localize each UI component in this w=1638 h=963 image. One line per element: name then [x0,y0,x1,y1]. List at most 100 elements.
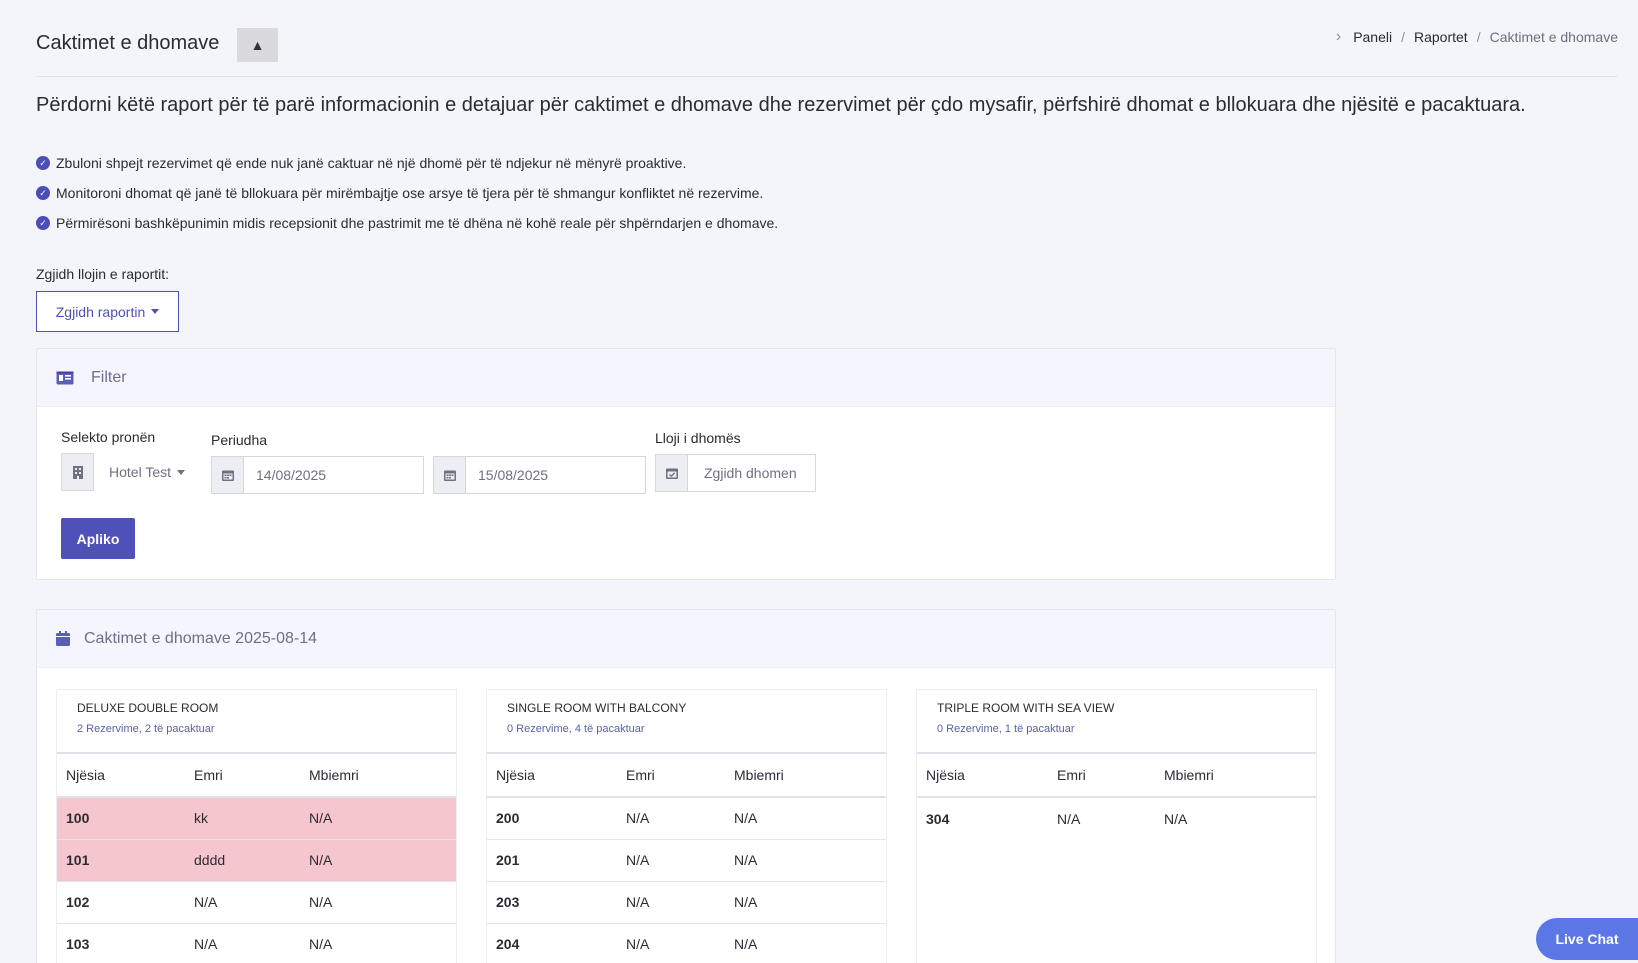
room-type-column: DELUXE DOUBLE ROOM 2 Rezervime, 2 të pac… [56,689,457,963]
cell-unit: 103 [57,923,185,963]
column-surname: Mbiemri [300,754,456,798]
cell-name: N/A [617,839,725,882]
cell-surname: N/A [725,923,886,963]
cell-surname: N/A [300,797,456,840]
breadcrumb: › Paneli / Raportet / Caktimet e dhomave [1336,28,1618,46]
table-row[interactable]: 101 dddd N/A [57,839,456,882]
column-name: Emri [617,754,725,798]
room-type-summary: 0 Rezervime, 4 të pacaktuar [507,723,645,735]
cell-name: N/A [185,881,300,924]
cell-surname: N/A [300,839,456,882]
date-to-input[interactable]: 15/08/2025 [466,456,646,494]
check-circle-icon: ✓ [36,186,50,200]
table-row[interactable]: 204 N/A N/A [487,923,886,963]
room-table: Njësia Emri Mbiemri 200 N/A N/A 201 N/A … [487,754,886,963]
cell-unit: 203 [487,881,617,924]
feature-text: Zbuloni shpejt rezervimet që ende nuk ja… [56,155,687,171]
cell-surname: N/A [725,839,886,882]
apply-button[interactable]: Apliko [61,518,135,559]
feature-item: ✓ Monitoroni dhomat që janë të bllokuara… [36,178,778,208]
table-header-row: Njësia Emri Mbiemri [57,754,456,798]
table-row[interactable]: 304 N/A N/A [917,797,1316,839]
table-row[interactable]: 102 N/A N/A [57,881,456,924]
live-chat-button[interactable]: Live Chat [1536,918,1638,960]
cell-unit: 304 [926,810,950,827]
assignments-title: Caktimet e dhomave 2025-08-14 [84,629,318,647]
property-select[interactable]: Hotel Test [94,453,202,491]
property-label: Selekto pronën [61,429,156,445]
room-type-header: TRIPLE ROOM WITH SEA VIEW 0 Rezervime, 1… [917,690,1316,754]
chevron-right-icon: › [1335,28,1342,45]
room-type-column: SINGLE ROOM WITH BALCONY 0 Rezervime, 4 … [486,689,887,963]
cell-name: dddd [185,839,300,882]
room-type-name: SINGLE ROOM WITH BALCONY [507,701,687,715]
room-type-label: Lloji i dhomës [655,430,741,446]
column-unit: Njësia [57,754,185,798]
feature-list: ✓ Zbuloni shpejt rezervimet që ende nuk … [36,148,778,238]
filter-card-header: Filter [37,349,1335,407]
room-type-summary: 0 Rezervime, 1 të pacaktuar [937,723,1075,735]
feature-item: ✓ Përmirësoni bashkëpunimin midis receps… [36,208,778,238]
table-row[interactable]: 200 N/A N/A [487,797,886,840]
property-select-value: Hotel Test [109,464,171,480]
calendar-check-icon [655,454,688,492]
room-type-summary: 2 Rezervime, 2 të pacaktuar [77,723,215,735]
calendar-icon [433,456,466,494]
report-type-dropdown-label: Zgjidh raportin [55,303,146,320]
table-row[interactable]: 103 N/A N/A [57,923,456,963]
date-from-input[interactable]: 14/08/2025 [244,456,424,494]
id-card-icon [56,371,74,385]
room-type-select[interactable]: Zgjidh dhomen [688,454,816,492]
cell-name: N/A [1057,810,1081,827]
property-select-group: Hotel Test [61,453,202,491]
breadcrumb-separator: / [1401,29,1405,45]
table-row[interactable]: 201 N/A N/A [487,839,886,882]
report-type-dropdown[interactable]: Zgjidh raportin [36,291,179,332]
cell-unit: 204 [487,923,617,963]
filter-title: Filter [91,368,127,386]
report-description: Përdorni këtë raport për të parë informa… [36,94,1526,116]
assignments-card-header: Caktimet e dhomave 2025-08-14 [37,610,1335,668]
date-to-group: 15/08/2025 [433,456,646,494]
room-type-header: DELUXE DOUBLE ROOM 2 Rezervime, 2 të pac… [57,690,456,754]
room-type-group: Zgjidh dhomen [655,454,816,492]
cell-name: N/A [185,923,300,963]
breadcrumb-reports[interactable]: Raportet [1414,29,1468,45]
check-circle-icon: ✓ [36,216,50,230]
cell-surname: N/A [300,923,456,963]
cell-unit: 100 [57,797,185,840]
cell-surname: N/A [725,881,886,924]
cell-unit: 102 [57,881,185,924]
page: Caktimet e dhomave ▲ › Paneli / Raportet… [36,0,1618,963]
table-header-row: Njësia Emri Mbiemri [917,754,1316,798]
table-row[interactable]: 100 kk N/A [57,797,456,840]
cell-unit: 201 [487,839,617,882]
page-title: Caktimet e dhomave [36,32,220,54]
cell-surname: N/A [1164,810,1188,827]
calendar-icon [211,456,244,494]
collapse-button[interactable]: ▲ [237,28,278,62]
cell-unit: 101 [57,839,185,882]
assignments-card: Caktimet e dhomave 2025-08-14 DELUXE DOU… [36,609,1336,963]
breadcrumb-separator: / [1476,29,1481,45]
table-header-row: Njësia Emri Mbiemri [487,754,886,798]
page-header: Caktimet e dhomave ▲ › Paneli / Raportet… [36,0,1618,77]
room-type-name: DELUXE DOUBLE ROOM [77,701,219,715]
cell-name: N/A [617,797,725,840]
cell-surname: N/A [300,881,456,924]
cell-name: N/A [617,881,725,924]
breadcrumb-current: Caktimet e dhomave [1489,29,1618,45]
column-unit: Njësia [917,754,1048,798]
caret-down-icon [151,309,160,314]
cell-name: N/A [617,923,725,963]
table-row[interactable]: 203 N/A N/A [487,881,886,924]
building-icon [61,453,94,491]
calendar-icon [56,631,70,646]
room-table: Njësia Emri Mbiemri 100 kk N/A 101 dddd … [57,754,456,963]
date-from-group: 14/08/2025 [211,456,424,494]
column-unit: Njësia [487,754,617,798]
check-circle-icon: ✓ [36,156,50,170]
filter-card: Filter Selekto pronën Hotel Test Periudh… [36,348,1336,580]
breadcrumb-panel[interactable]: Paneli [1353,29,1392,45]
cell-surname: N/A [725,797,886,840]
